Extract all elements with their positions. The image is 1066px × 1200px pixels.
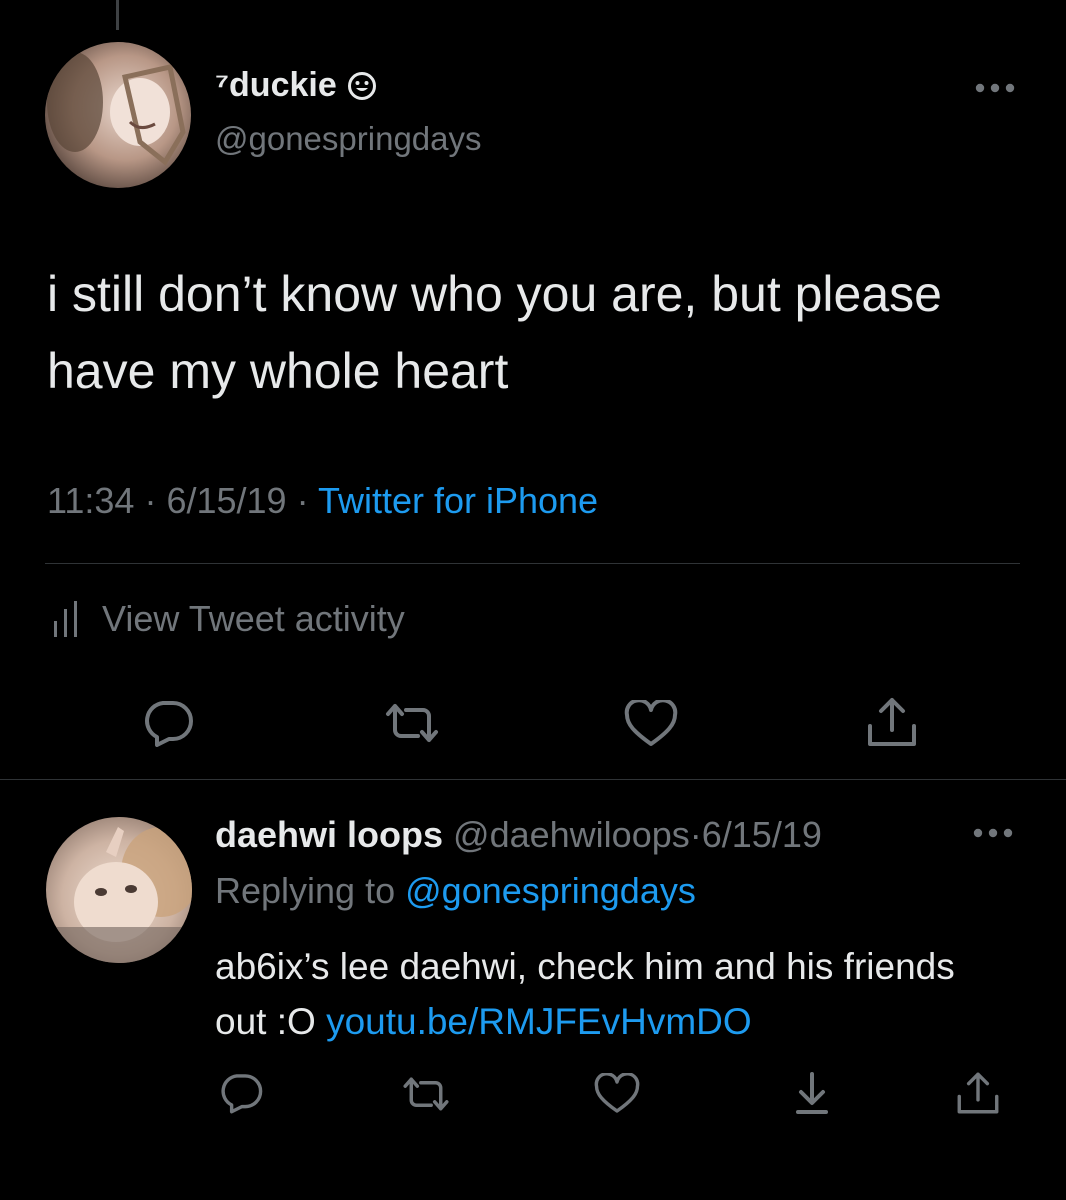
retweet-icon[interactable] [382, 700, 442, 746]
main-tweet-handle[interactable]: @gonespringdays [215, 120, 482, 158]
main-tweet-avatar[interactable] [45, 42, 191, 188]
divider [0, 779, 1066, 780]
thread-connector-line [116, 0, 119, 30]
replying-to-mention[interactable]: @gonespringdays [405, 870, 696, 911]
reply-tweet-link[interactable]: youtu.be/RMJFEvHvmDO [326, 1001, 752, 1042]
reply-tweet-header: daehwi loops @daehwiloops·6/15/19 [215, 814, 822, 856]
more-options-icon[interactable] [975, 82, 1015, 94]
divider [45, 563, 1020, 564]
like-icon[interactable] [594, 1073, 640, 1115]
reply-tweet-text: ab6ix’s lee daehwi, check him and his fr… [215, 939, 1015, 1049]
main-tweet-text: i still don’t know who you are, but plea… [47, 266, 942, 399]
share-icon[interactable] [955, 1070, 1001, 1116]
reply-display-name[interactable]: daehwi loops [215, 814, 443, 855]
reply-handle[interactable]: @daehwiloops [453, 814, 690, 855]
bar-chart-icon [54, 601, 77, 637]
smiling-face-icon [347, 71, 377, 101]
reply-date[interactable]: 6/15/19 [702, 814, 822, 855]
retweet-icon[interactable] [400, 1074, 452, 1114]
reply-icon[interactable] [141, 699, 195, 747]
meta-separator: · [144, 480, 157, 521]
tweet-date[interactable]: 6/15/19 [166, 480, 286, 521]
main-tweet-display-name[interactable]: ⁷duckie [215, 66, 377, 105]
meta-separator: · [689, 814, 702, 855]
reply-icon[interactable] [218, 1072, 264, 1114]
share-icon[interactable] [865, 696, 919, 748]
replying-to-line: Replying to @gonespringdays [215, 870, 696, 912]
meta-separator: · [296, 480, 309, 521]
display-name-text: ⁷duckie [215, 66, 337, 104]
view-tweet-activity-label: View Tweet activity [102, 598, 405, 639]
reply-tweet-avatar[interactable] [46, 817, 192, 963]
tweet-time: 11:34 [47, 480, 135, 521]
more-options-icon[interactable] [973, 827, 1013, 839]
tweet-metadata: 11:34 · 6/15/19 · Twitter for iPhone [47, 480, 598, 522]
tweet-source-link[interactable]: Twitter for iPhone [318, 480, 598, 521]
replying-prefix: Replying to [215, 870, 396, 911]
like-icon[interactable] [624, 700, 678, 748]
bookmark-download-icon[interactable] [790, 1070, 834, 1116]
view-tweet-activity-button[interactable]: View Tweet activity [52, 598, 405, 640]
